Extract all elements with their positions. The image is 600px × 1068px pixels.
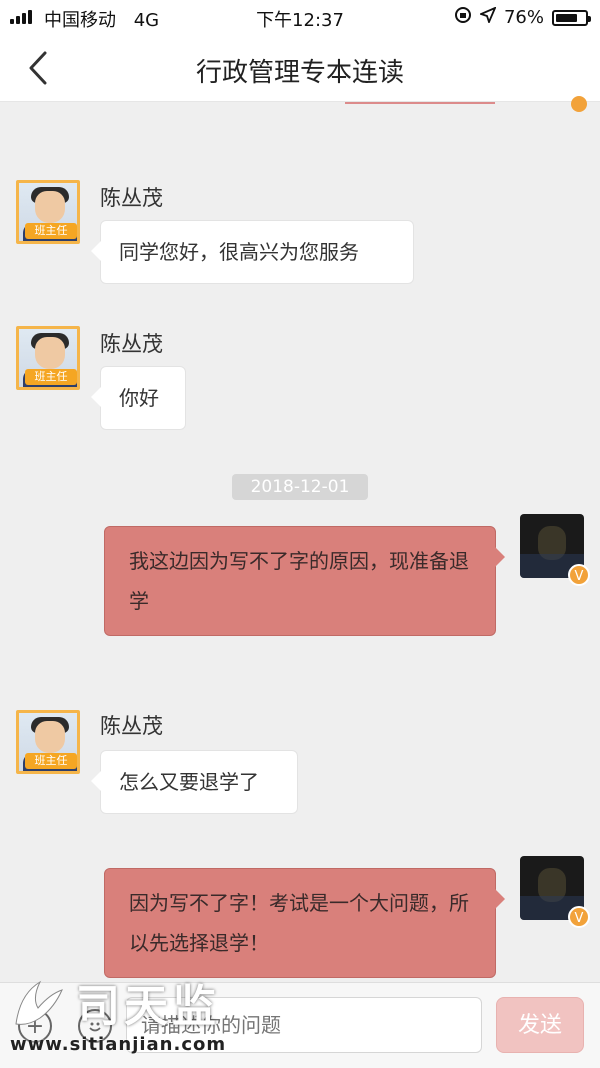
send-button[interactable]: 发送 [496,997,584,1053]
role-tag: 班主任 [25,753,77,769]
timestamp-chip: 2018-12-01 [232,474,368,500]
battery-icon [552,9,591,26]
message-bubble[interactable]: 怎么又要退学了 [91,750,298,814]
watermark: 司天监 www.sitianjian.com [10,968,260,1064]
previous-message-edge [345,102,495,104]
role-tag: 班主任 [25,369,77,385]
watermark-title: 司天监 [76,981,220,1032]
page-title: 行政管理专本连读 [195,58,404,88]
sender-name: 陈丛茂 [100,186,163,210]
nav-bar: 行政管理专本连读 [0,34,600,102]
vip-badge: V [568,906,590,928]
battery-percent: 76% [503,7,544,28]
watermark-logo-icon [15,980,63,1025]
right-status: 76% [454,6,591,29]
teacher-avatar[interactable]: 班主任 [16,710,80,774]
watermark-url: www.sitianjian.com [10,1034,227,1055]
vip-badge: V [568,564,590,586]
role-tag: 班主任 [25,223,77,239]
my-message-bubble[interactable]: 因为写不了字！考试是一个大问题，所以先选择退学！ [104,868,505,978]
location-icon [478,6,497,28]
message-bubble[interactable]: 你好 [91,366,186,430]
sender-name: 陈丛茂 [100,714,163,738]
sender-name: 陈丛茂 [100,332,163,356]
previous-vip-badge [571,96,587,112]
rotation-lock-icon [454,6,472,29]
battery-level-fill [556,13,577,22]
chat-list[interactable]: 班主任 陈丛茂 同学您好，很高兴为您服务 班主任 陈丛茂 你好 2018-12-… [0,96,600,982]
status-bar: 中国移动 4G 下午12:37 76% [0,0,600,34]
teacher-avatar[interactable]: 班主任 [16,326,80,390]
my-message-bubble[interactable]: 我这边因为写不了字的原因，现准备退学 [104,526,505,636]
message-bubble[interactable]: 同学您好，很高兴为您服务 [91,220,414,284]
teacher-avatar[interactable]: 班主任 [16,180,80,244]
